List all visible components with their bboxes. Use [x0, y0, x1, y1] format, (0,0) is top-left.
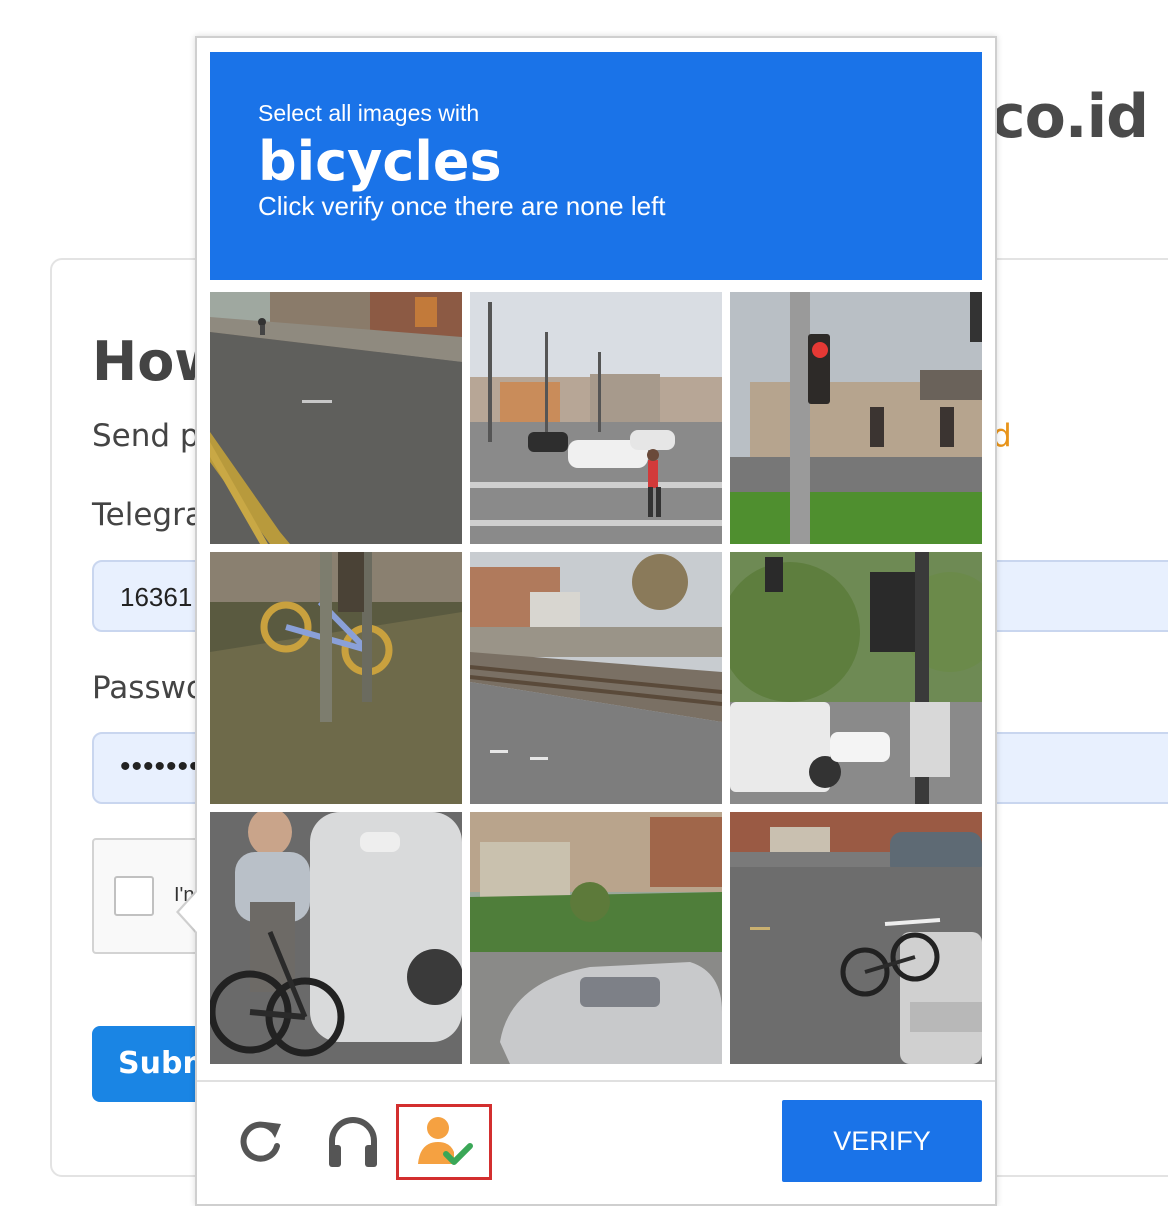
challenge-prompt: Select all images with bicycles Click ve… — [210, 52, 982, 280]
password-label: Passwo — [92, 670, 205, 706]
tile-image-bike-rack — [730, 812, 982, 1064]
reload-icon — [240, 1121, 281, 1162]
image-tile-6[interactable] — [730, 552, 982, 804]
popup-arrow-inner — [179, 892, 197, 932]
image-tile-4[interactable] — [210, 552, 462, 804]
image-tile-8[interactable] — [470, 812, 722, 1064]
tile-image-cyclist — [210, 812, 462, 1064]
verify-button[interactable]: VERIFY — [782, 1100, 982, 1182]
prompt-subinstruction: Click verify once there are none left — [258, 191, 666, 221]
help-button[interactable] — [396, 1104, 492, 1180]
recaptcha-checkbox[interactable] — [114, 876, 154, 916]
headphones-icon — [329, 1117, 377, 1167]
image-tile-9[interactable] — [730, 812, 982, 1064]
user-check-icon — [418, 1117, 473, 1165]
reload-button[interactable] — [215, 1104, 307, 1180]
footer-divider — [197, 1080, 995, 1082]
image-tile-2[interactable] — [470, 292, 722, 544]
tile-image-railroad — [470, 552, 722, 804]
captcha-popup: Select all images with bicycles Click ve… — [195, 36, 997, 1206]
image-grid — [210, 292, 984, 1066]
prompt-instruction: Select all images with — [258, 100, 480, 126]
telegram-label: Telegra — [92, 497, 204, 533]
image-tile-5[interactable] — [470, 552, 722, 804]
tile-image-bicycle — [210, 552, 462, 804]
tile-image-car — [470, 812, 722, 1064]
tile-image-truck — [730, 552, 982, 804]
audio-button[interactable] — [307, 1104, 399, 1180]
image-tile-1[interactable] — [210, 292, 462, 544]
prompt-target: bicycles — [258, 130, 502, 193]
tile-image-traffic-light — [730, 292, 982, 544]
image-tile-7[interactable] — [210, 812, 462, 1064]
image-tile-3[interactable] — [730, 292, 982, 544]
tile-image-intersection — [470, 292, 722, 544]
site-title: co.id — [990, 82, 1149, 152]
tile-image-street — [210, 292, 462, 544]
